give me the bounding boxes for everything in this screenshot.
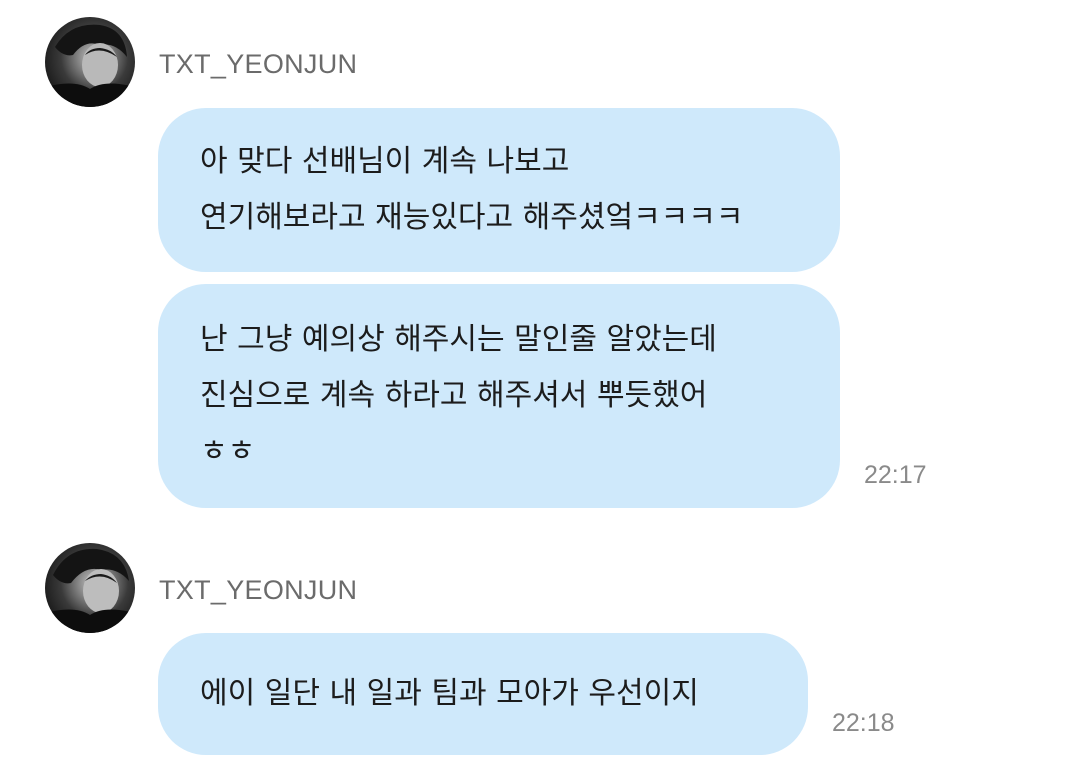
message-line: ㅎㅎ [200,434,256,469]
profile-photo-icon [45,548,135,633]
avatar[interactable] [45,543,135,633]
message-line: 아 맞다 선배님이 계속 나보고 [200,144,570,179]
avatar[interactable] [45,17,135,107]
message-bubble[interactable]: 난 그냥 예의상 해주시는 말인줄 알았는데 진심으로 계속 하라고 해주셔서 … [158,284,840,508]
message-line: 진심으로 계속 하라고 해주셔서 뿌듯했어 [200,378,708,413]
message-line: 에이 일단 내 일과 팀과 모아가 우선이지 [200,676,699,711]
message-bubble[interactable]: 아 맞다 선배님이 계속 나보고 연기해보라고 재능있다고 해주셨엌ㅋㅋㅋㅋ [158,108,840,272]
sender-name: TXT_YEONJUN [159,49,358,79]
message-bubble[interactable]: 에이 일단 내 일과 팀과 모아가 우선이지 [158,633,808,755]
sender-name: TXT_YEONJUN [159,575,358,605]
timestamp: 22:18 [832,709,895,737]
message-line: 연기해보라고 재능있다고 해주셨엌ㅋㅋㅋㅋ [200,200,744,235]
profile-photo-icon [45,24,135,107]
message-line: 난 그냥 예의상 해주시는 말인줄 알았는데 [200,322,717,357]
timestamp: 22:17 [864,461,927,489]
